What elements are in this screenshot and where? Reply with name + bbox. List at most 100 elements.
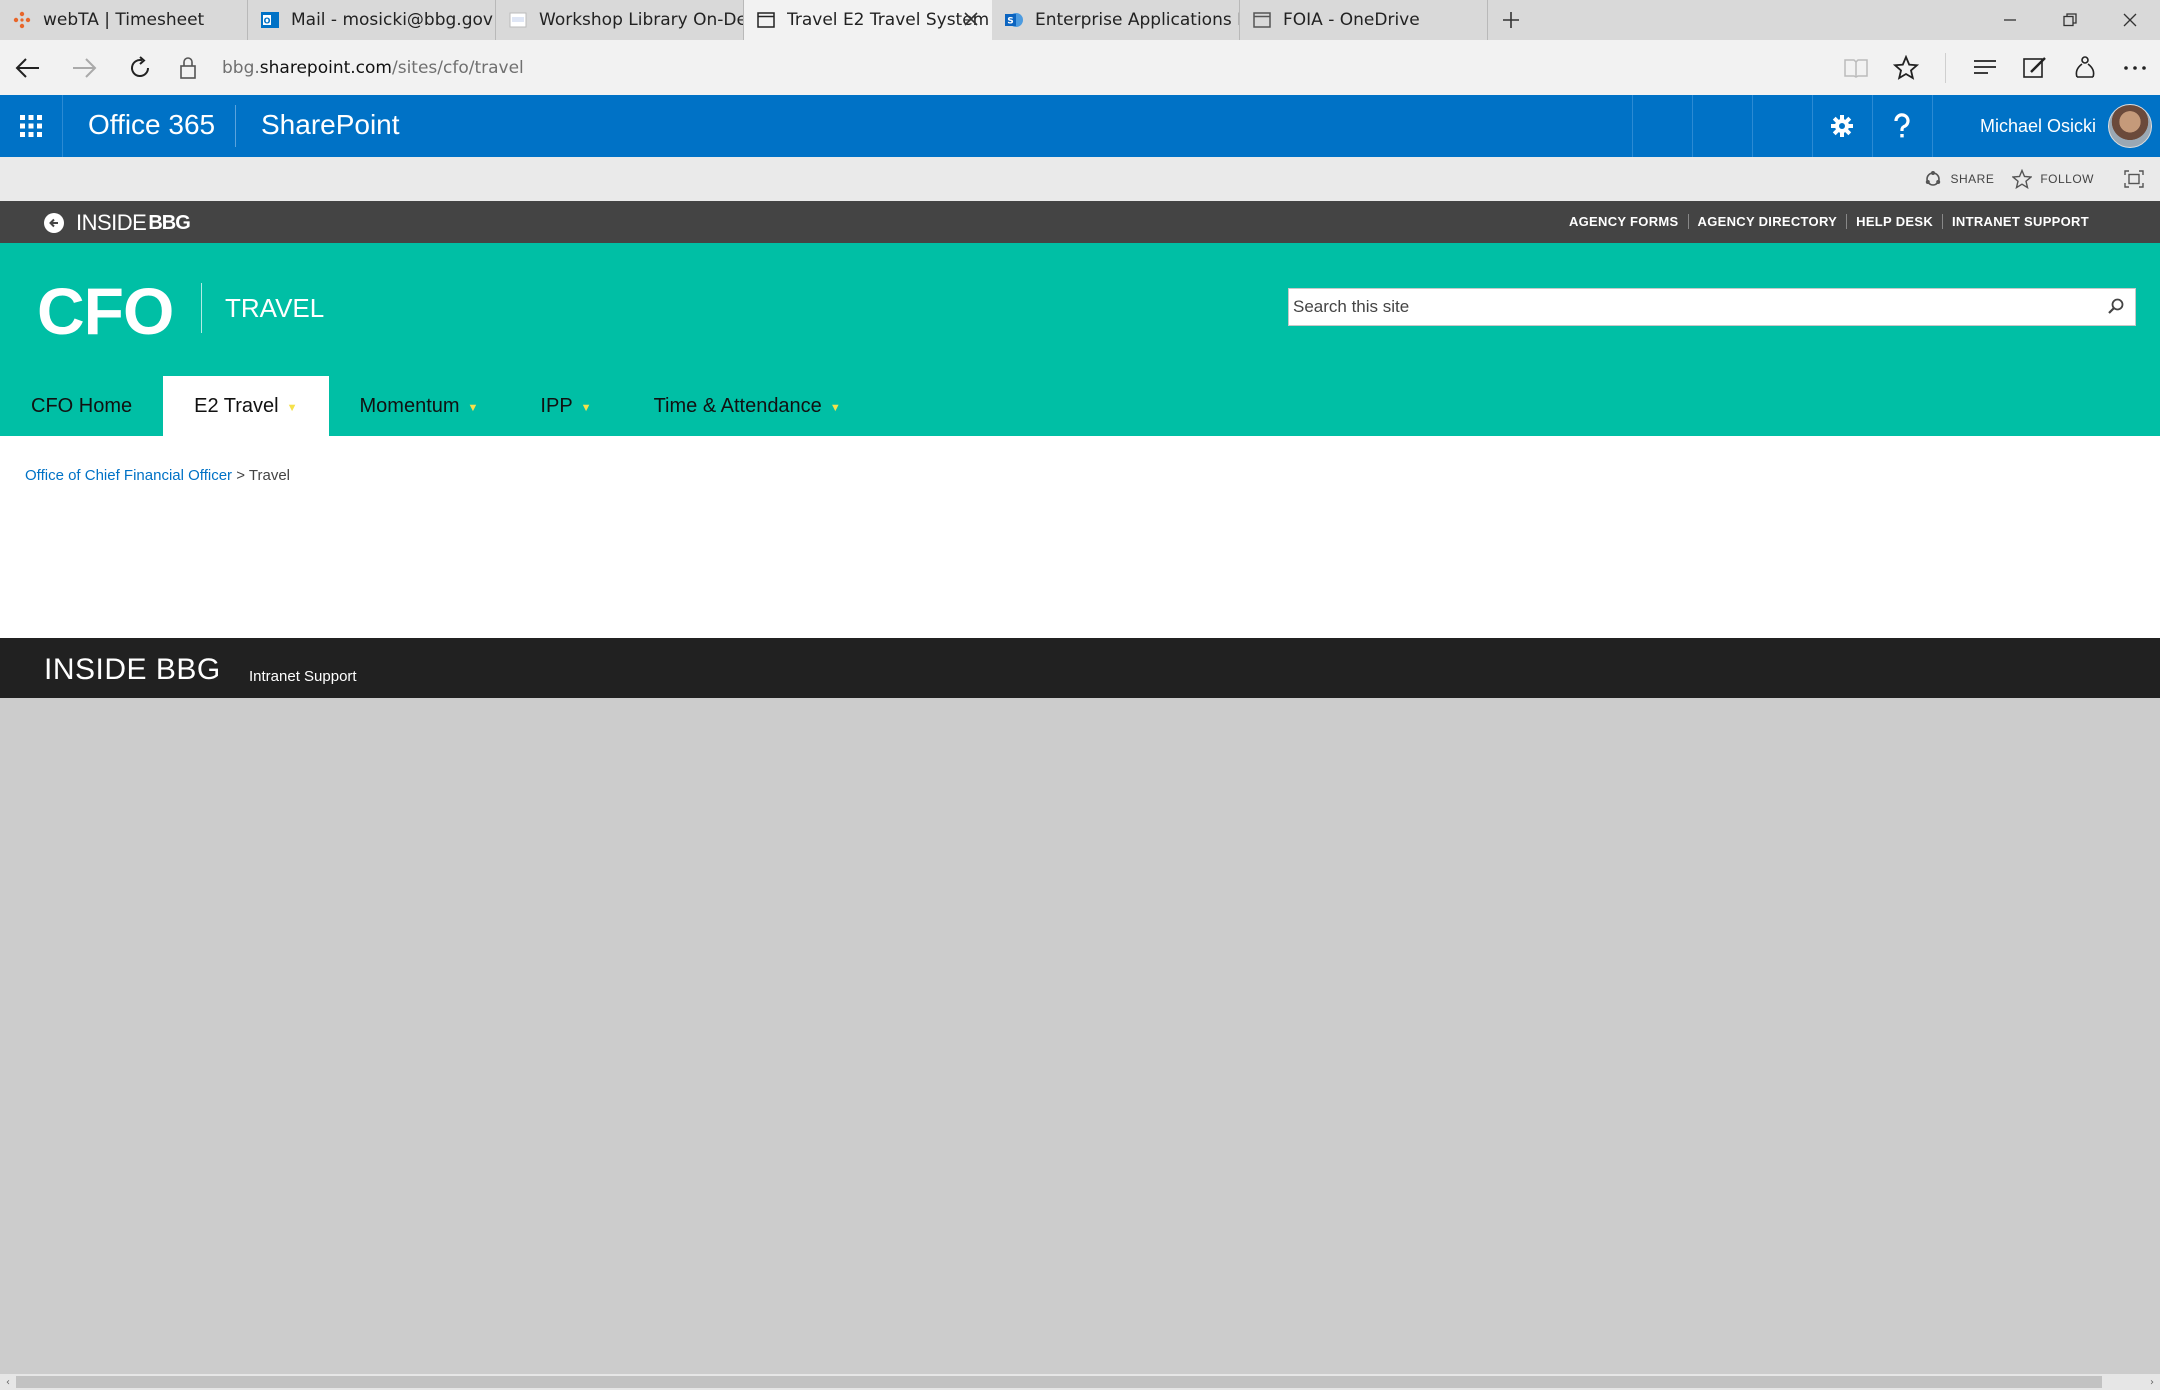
- breadcrumb-parent-link[interactable]: Office of Chief Financial Officer: [25, 467, 232, 484]
- sharepoint-link[interactable]: SharePoint: [261, 109, 400, 141]
- refresh-button[interactable]: [112, 40, 168, 95]
- browser-toolbar: [1831, 40, 2160, 95]
- page-actions: SHARE FOLLOW: [1924, 157, 2160, 201]
- nav-momentum[interactable]: Momentum ▼: [329, 376, 510, 436]
- search-input[interactable]: [1289, 289, 2079, 325]
- inside-bbg-home-link[interactable]: INSIDE BBG: [44, 210, 191, 236]
- close-icon: [2123, 13, 2137, 27]
- close-window-button[interactable]: [2100, 0, 2160, 40]
- lock-icon: [168, 40, 208, 95]
- hub-button[interactable]: [1960, 40, 2010, 95]
- help-button[interactable]: [1871, 95, 1932, 157]
- suite-icons: Michael Osicki: [1631, 95, 2160, 157]
- url-domain: sharepoint.com: [259, 57, 392, 78]
- share-button[interactable]: [2060, 40, 2110, 95]
- tab-workshop-library[interactable]: Workshop Library On-Dema: [496, 0, 744, 40]
- back-arrow-icon: [15, 57, 39, 78]
- restore-button[interactable]: [2040, 0, 2100, 40]
- office365-link[interactable]: Office 365: [88, 109, 215, 141]
- tab-label: Enterprise Applications Limi: [1035, 10, 1239, 30]
- close-tab-icon[interactable]: [960, 8, 982, 30]
- intranet-support-link[interactable]: INTRANET SUPPORT: [1942, 214, 2098, 229]
- page-content: Office of Chief Financial Officer > Trav…: [0, 436, 2160, 638]
- tab-strip: webTA | Timesheet O Mail - mosicki@bbg.g…: [0, 0, 2160, 40]
- tab-label: Mail - mosicki@bbg.gov: [291, 10, 493, 30]
- web-note-button[interactable]: [2010, 40, 2060, 95]
- tab-enterprise-apps[interactable]: S Enterprise Applications Limi: [992, 0, 1240, 40]
- pen-icon: [2023, 56, 2046, 78]
- svg-text:S: S: [1007, 17, 1013, 27]
- scrollbar-thumb[interactable]: [16, 1376, 2102, 1388]
- nav-e2-travel[interactable]: E2 Travel ▼: [163, 376, 329, 436]
- minimize-button[interactable]: [1980, 0, 2040, 40]
- user-name: Michael Osicki: [1979, 115, 2096, 136]
- tab-mail[interactable]: O Mail - mosicki@bbg.gov: [248, 0, 496, 40]
- help-desk-link[interactable]: HELP DESK: [1846, 214, 1942, 229]
- gear-icon: [1831, 115, 1854, 137]
- waffle-icon: [20, 115, 42, 137]
- footer-title[interactable]: INSIDE BBG: [44, 653, 221, 687]
- favorite-button[interactable]: [1881, 40, 1931, 95]
- dropdown-caret-icon: ▼: [467, 402, 479, 414]
- minimize-icon: [2004, 19, 2016, 21]
- share-label: SHARE: [1950, 172, 1995, 186]
- more-button[interactable]: [2110, 40, 2160, 95]
- share-page-button[interactable]: SHARE: [1924, 170, 1994, 188]
- footer-intranet-support-link[interactable]: Intranet Support: [249, 668, 357, 685]
- header-divider: [201, 283, 202, 333]
- book-icon: [1844, 58, 1868, 78]
- suite-empty-slot: [1631, 95, 1692, 157]
- webta-icon: [12, 10, 32, 30]
- agency-directory-link[interactable]: AGENCY DIRECTORY: [1687, 214, 1847, 229]
- tab-webta[interactable]: webTA | Timesheet: [0, 0, 248, 40]
- nav-cfo-home[interactable]: CFO Home: [0, 376, 163, 436]
- reading-view-button[interactable]: [1831, 40, 1881, 95]
- suite-empty-slot: [1751, 95, 1812, 157]
- focus-on-content-button[interactable]: [2112, 157, 2156, 201]
- utility-links: AGENCY FORMS AGENCY DIRECTORY HELP DESK …: [1560, 214, 2098, 229]
- star-outline-icon: [2012, 169, 2033, 189]
- scroll-left-arrow-icon[interactable]: ‹: [0, 1374, 16, 1390]
- share-sync-icon: [1924, 170, 1942, 188]
- page-action-bar: SHARE FOLLOW: [0, 157, 2160, 201]
- nav-label: CFO Home: [31, 394, 133, 417]
- avatar: [2108, 104, 2152, 148]
- inside-bbg-bar: INSIDE BBG AGENCY FORMS AGENCY DIRECTORY…: [0, 201, 2160, 243]
- agency-forms-link[interactable]: AGENCY FORMS: [1560, 214, 1688, 229]
- outlook-icon: O: [260, 10, 280, 30]
- nav-ipp[interactable]: IPP ▼: [509, 376, 622, 436]
- inside-label: INSIDE: [76, 210, 147, 235]
- back-circle-icon: [44, 213, 64, 233]
- scroll-right-arrow-icon[interactable]: ›: [2144, 1374, 2160, 1390]
- dropdown-caret-icon: ▼: [580, 402, 592, 414]
- ellipsis-icon: [2124, 65, 2146, 70]
- toolbar-divider: [1945, 52, 1946, 83]
- dropdown-caret-icon: ▼: [829, 402, 841, 414]
- svg-text:O: O: [264, 17, 271, 26]
- new-tab-button[interactable]: [1488, 0, 1534, 40]
- sharepoint-icon: S: [1004, 10, 1024, 30]
- site-search: [1288, 288, 2136, 326]
- suite-empty-slot: [1691, 95, 1752, 157]
- horizontal-scrollbar[interactable]: ‹ ›: [0, 1374, 2160, 1390]
- tab-foia-onedrive[interactable]: FOIA - OneDrive: [1240, 0, 1488, 40]
- site-footer: INSIDE BBG Intranet Support: [0, 638, 2160, 698]
- breadcrumb: Office of Chief Financial Officer > Trav…: [25, 467, 290, 484]
- url-field[interactable]: bbg.sharepoint.com/sites/cfo/travel: [222, 58, 524, 78]
- search-icon[interactable]: [2107, 297, 2125, 319]
- back-button[interactable]: [0, 40, 56, 95]
- forward-button[interactable]: [56, 40, 112, 95]
- nav-time-attendance[interactable]: Time & Attendance ▼: [623, 376, 872, 436]
- refresh-icon: [131, 55, 150, 77]
- site-title[interactable]: TRAVEL: [225, 293, 324, 324]
- cfo-logo[interactable]: CFO: [37, 273, 174, 349]
- nav-label: Time & Attendance: [653, 394, 822, 417]
- tab-travel-e2[interactable]: Travel E2 Travel System: [744, 0, 992, 40]
- url-prefix: bbg.: [222, 57, 260, 78]
- question-icon: [1894, 113, 1911, 138]
- settings-button[interactable]: [1811, 95, 1872, 157]
- user-menu[interactable]: Michael Osicki: [1931, 95, 2160, 157]
- onenote-icon: [508, 10, 528, 30]
- follow-button[interactable]: FOLLOW: [2012, 169, 2094, 189]
- app-launcher-button[interactable]: [0, 95, 63, 157]
